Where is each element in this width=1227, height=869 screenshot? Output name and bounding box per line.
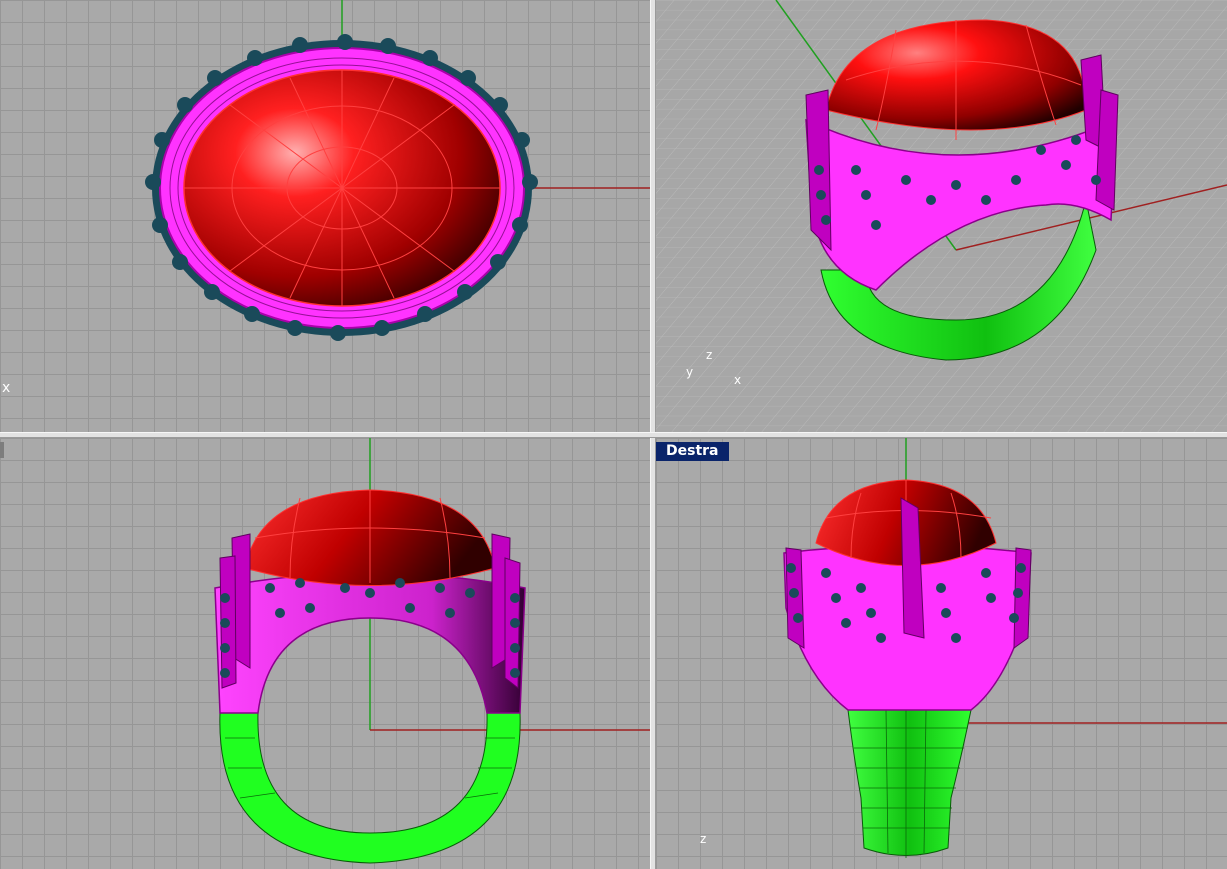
front-view-render	[214, 438, 650, 864]
right-view-render	[783, 438, 1227, 858]
shank-right	[847, 709, 972, 856]
shank-front	[219, 712, 521, 864]
viewport-top[interactable]: x	[0, 0, 650, 432]
viewport-right[interactable]: Destra z	[656, 438, 1227, 869]
axis-x-label: x	[2, 380, 11, 396]
axis-z-label: z	[706, 348, 713, 362]
viewport-front[interactable]	[0, 438, 650, 869]
axis-x-label: x	[734, 373, 742, 387]
axis-z-label: z	[700, 832, 707, 846]
viewport-splitter-horizontal[interactable]	[0, 432, 1227, 438]
top-view-render	[145, 0, 650, 341]
axis-y-label: y	[686, 365, 694, 379]
perspective-view-render	[656, 0, 1227, 432]
viewport-perspective[interactable]: z y x	[656, 0, 1227, 432]
